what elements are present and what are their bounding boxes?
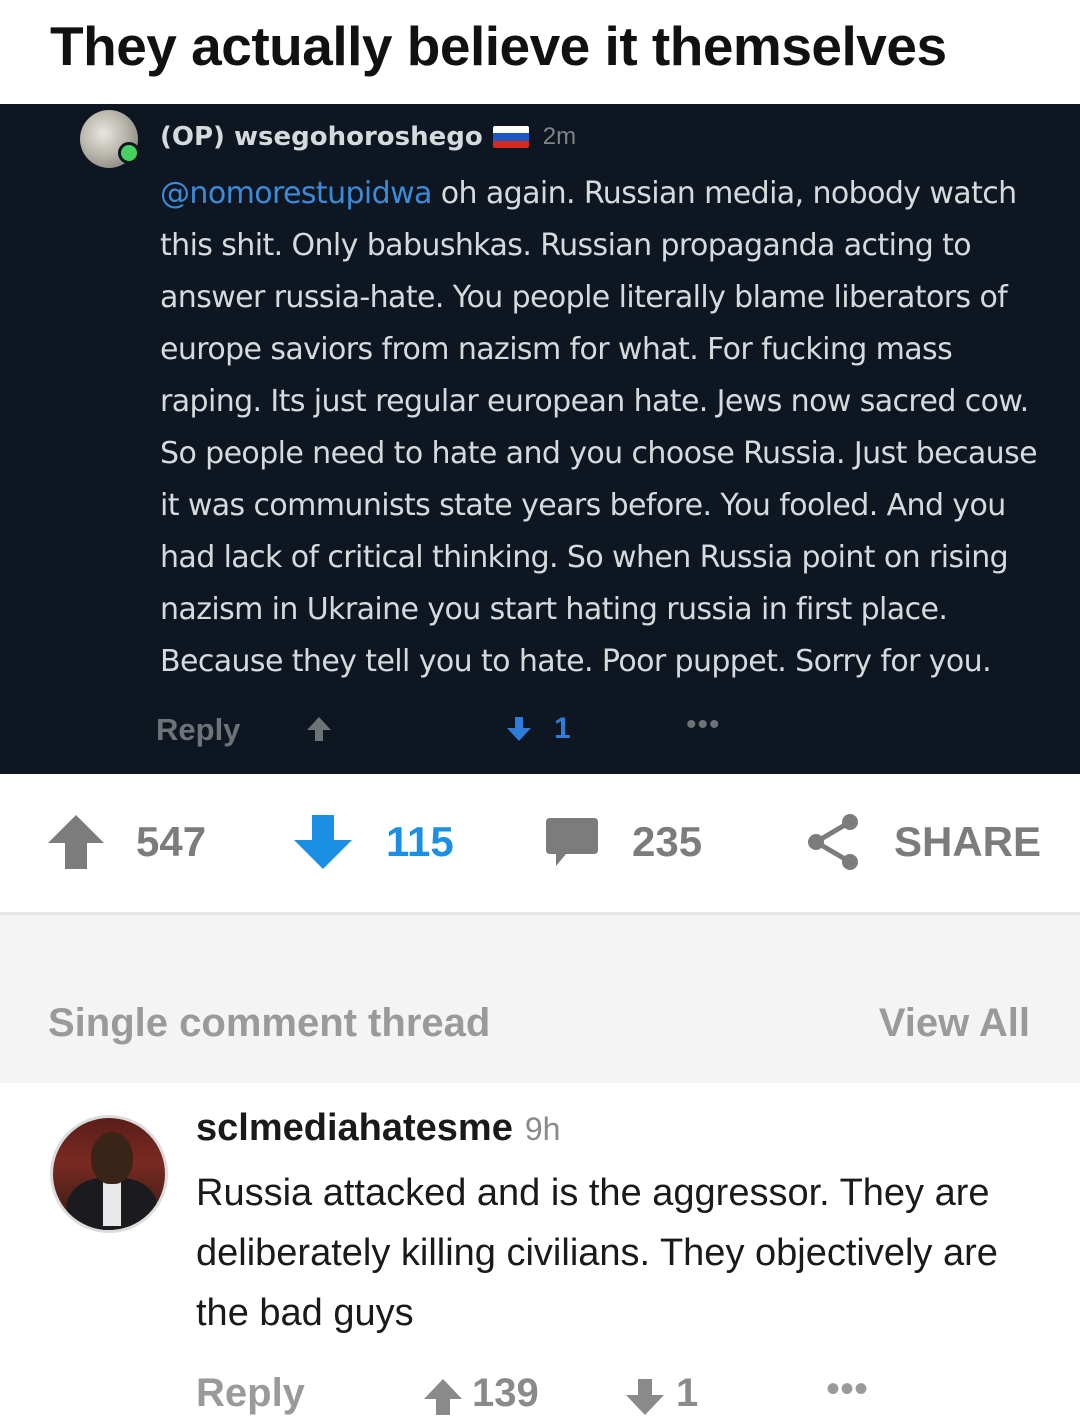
avatar[interactable]	[50, 1115, 168, 1233]
op-reply-button[interactable]: Reply	[156, 712, 240, 748]
op-downvote-count: 1	[554, 712, 571, 745]
downvote-count: 115	[386, 818, 454, 865]
share-label: SHARE	[894, 818, 1042, 865]
comment-count: 235	[632, 818, 703, 865]
op-avatar[interactable]	[80, 110, 140, 168]
russia-flag-icon	[492, 126, 529, 148]
comment-timestamp: 9h	[524, 1111, 561, 1147]
op-comment-actions: Reply 1 •••	[156, 704, 776, 756]
post-action-bar: 547 115 235 SHARE	[0, 774, 1080, 912]
op-comment-body: oh again. Russian media, nobody watch th…	[160, 176, 1038, 679]
comment-actions: Reply 139 1 •••	[196, 1365, 896, 1421]
op-upvote-icon[interactable]	[304, 714, 334, 749]
comment-item: sclmediahatesme 9h Russia attacked and i…	[0, 1083, 1080, 1422]
op-more-options-icon[interactable]: •••	[686, 708, 721, 742]
comment-bubble-icon	[546, 818, 598, 866]
upvote-count: 547	[136, 818, 207, 865]
post-title: They actually believe it themselves	[50, 15, 947, 77]
thread-header: Single comment thread View All	[0, 915, 1080, 1083]
op-comment-text: @nomorestupidwa oh again. Russian media,…	[160, 168, 1050, 688]
user-mention[interactable]: @nomorestupidwa	[160, 176, 432, 211]
comment-text: Russia attacked and is the aggressor. Th…	[196, 1172, 998, 1334]
comment-username[interactable]: sclmediahatesme	[196, 1107, 513, 1150]
op-timestamp: 2m	[542, 123, 577, 150]
op-meta: (OP) wsegohoroshego 2m	[160, 120, 576, 154]
comment-upvote-icon[interactable]	[422, 1377, 464, 1422]
comment-meta: sclmediahatesme 9h	[196, 1107, 560, 1150]
thread-label: Single comment thread	[48, 1001, 491, 1045]
comment-downvote-count: 1	[676, 1371, 699, 1415]
upvote-button[interactable]: 547	[46, 812, 206, 872]
reply-button[interactable]: Reply	[196, 1371, 305, 1416]
comment-downvote-icon[interactable]	[624, 1377, 666, 1422]
op-username[interactable]: (OP) wsegohoroshego	[160, 122, 483, 152]
op-downvote-icon[interactable]	[504, 714, 534, 749]
upvote-arrow-icon	[48, 815, 104, 869]
view-all-link[interactable]: View All	[879, 1001, 1030, 1046]
share-icon	[808, 814, 858, 870]
downvote-button[interactable]: 115	[292, 812, 454, 872]
comment-upvote-count: 139	[472, 1371, 539, 1415]
comment-more-options-icon[interactable]: •••	[826, 1367, 868, 1412]
downvote-arrow-icon	[294, 815, 352, 869]
share-button[interactable]: SHARE	[804, 812, 1041, 872]
comments-button[interactable]: 235	[544, 812, 702, 872]
online-status-icon	[118, 142, 140, 164]
